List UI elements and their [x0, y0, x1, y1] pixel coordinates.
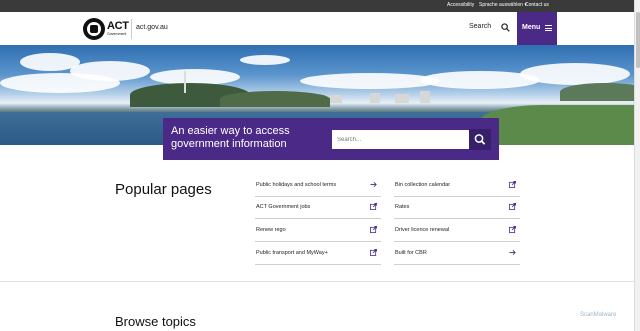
telstra-tower [184, 71, 186, 93]
arrow-right-icon [370, 182, 377, 187]
popular-link[interactable]: Driver licence renewal [394, 220, 520, 242]
popular-link[interactable]: Bin collection calendar [394, 175, 520, 197]
contact-link[interactable]: Contact us [525, 2, 549, 8]
scrollbar[interactable] [634, 0, 640, 331]
popular-pages-title: Popular pages [115, 181, 212, 198]
popular-link-label: ACT Government jobs [256, 204, 311, 210]
popular-link-label: Driver licence renewal [395, 227, 450, 233]
shoreline [480, 105, 640, 145]
header-divider [131, 19, 132, 39]
hero-search-input[interactable] [332, 130, 469, 149]
search-icon[interactable] [501, 23, 510, 32]
utility-bar: Accessibility Sprache auswählen ▾ Contac… [0, 0, 640, 12]
site-header: ACT Government act.gov.au Search Menu [0, 12, 640, 45]
arrow-right-icon [509, 250, 516, 255]
external-link-icon [370, 203, 377, 210]
search-icon [474, 134, 486, 145]
section-divider [0, 281, 640, 282]
popular-link[interactable]: Rates [394, 197, 520, 219]
popular-link[interactable]: Built for CBR [394, 243, 520, 265]
popular-link-label: Public transport and MyWay+ [256, 250, 328, 256]
logo-text: ACT [107, 20, 129, 32]
site-url[interactable]: act.gov.au [136, 24, 168, 31]
menu-label: Menu [522, 24, 541, 31]
popular-link-label: Renew rego [256, 227, 286, 233]
page: Accessibility Sprache auswählen ▾ Contac… [0, 0, 640, 331]
language-label: Sprache auswählen [479, 2, 523, 8]
popular-link[interactable]: Renew rego [255, 220, 381, 242]
external-link-icon [509, 203, 516, 210]
external-link-icon [509, 226, 516, 233]
popular-link-label: Built for CBR [395, 250, 427, 256]
language-selector[interactable]: Sprache auswählen ▾ [479, 2, 527, 8]
popular-link-label: Bin collection calendar [395, 182, 451, 188]
header-search-button[interactable]: Search [469, 23, 491, 30]
hero-search-button[interactable] [469, 129, 491, 150]
external-link-icon [370, 226, 377, 233]
popular-link[interactable]: Public transport and MyWay+ [255, 243, 381, 265]
coat-of-arms-icon [83, 18, 105, 40]
scanmalware-watermark: ScanMalware [580, 312, 617, 318]
accessibility-link[interactable]: Accessibility [447, 2, 474, 8]
external-link-icon [509, 181, 516, 188]
logo-subtext: Government [107, 32, 127, 36]
menu-button[interactable]: Menu [517, 12, 557, 45]
external-link-icon [370, 249, 377, 256]
scrollbar-thumb[interactable] [636, 12, 640, 68]
hamburger-icon [545, 25, 552, 31]
browse-topics-title: Browse topics [115, 314, 196, 329]
popular-link[interactable]: Public holidays and school terms [255, 175, 381, 197]
popular-link-label: Rates [395, 204, 410, 210]
popular-link-label: Public holidays and school terms [256, 182, 337, 188]
popular-link[interactable]: ACT Government jobs [255, 197, 381, 219]
act-logo[interactable]: ACT Government [83, 18, 130, 40]
hero-title: An easier way to access government infor… [171, 125, 290, 150]
